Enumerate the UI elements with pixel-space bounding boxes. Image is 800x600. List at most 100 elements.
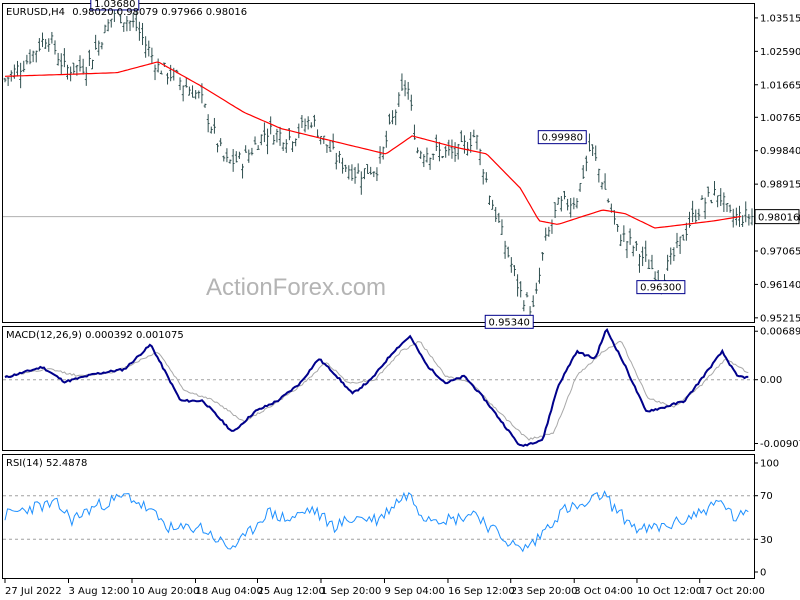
ohlc-bar [600,181,604,190]
ohlc-bar [59,53,63,75]
ohlc-bar [188,86,191,96]
ohlc-bar [141,22,144,46]
ohlc-bar [41,32,44,48]
ohlc-bar [375,167,379,182]
ohlc-bar [588,133,591,152]
ohlc-bar [403,80,407,97]
x-axis-label: 16 Sep 12:00 [448,586,515,597]
ohlc-bar [184,77,188,88]
ohlc-bar [378,146,382,164]
x-axis: 27 Jul 2022 3 Aug 12:00 10 Aug 20:0018 Aug… [4,579,765,597]
ohlc-bar [56,52,60,66]
ohlc-bar [606,198,610,203]
ohlc-bar [159,70,163,75]
ohlc-bar [191,85,194,98]
ohlc-bar [647,259,651,269]
ohlc-bar [522,300,526,312]
ohlc-bar [638,253,641,273]
ohlc-bar [53,40,57,55]
ohlc-bar [728,204,732,213]
ohlc-bar [178,77,182,91]
ohlc-bar [72,62,76,75]
ohlc-bar [6,77,10,86]
ohlc-bar [22,60,26,73]
ohlc-bar [281,142,285,151]
ohlc-bar [47,38,51,52]
ohlc-bar [125,15,129,32]
ohlc-bar [591,144,594,156]
ohlc-bar [681,234,685,241]
ohlc-bar [28,49,32,65]
ohlc-bar [575,198,579,209]
ohlc-bar [450,139,454,159]
ohlc-bar [128,20,132,32]
ohlc-bar [706,186,710,197]
ohlc-bar [397,92,401,107]
ohlc-bar [428,157,432,170]
ohlc-bar [488,195,491,206]
ohlc-bar [372,171,376,178]
price-panel-title: EURUSD,H4 0.98020 0.98079 0.97966 0.9801… [6,7,247,18]
ohlc-bar [122,22,126,32]
ohlc-bar [509,257,513,273]
ohlc-bar [206,114,210,133]
ohlc-bar [641,246,645,267]
ohlc-bar [272,134,276,145]
ohlc-bar [197,90,201,99]
ohlc-bar [34,50,38,63]
macd-line [4,328,749,448]
ohlc-bar [744,201,748,223]
price-y-tick-label: 0.98915 [760,180,800,191]
ohlc-bar [275,128,279,143]
ohlc-bar [222,155,226,162]
ohlc-bar [284,139,288,153]
x-axis-label: 3 Oct 04:00 [574,586,633,597]
ohlc-bar [622,225,626,243]
ohlc-bar [137,21,141,41]
ohlc-bar [306,116,310,130]
ohlc-bar [506,246,510,258]
rsi-panel-title: RSI(14) 52.4878 [6,458,87,469]
macd-y-tick-label: -0.009076 [760,439,800,450]
ohlc-bar [297,123,301,139]
ohlc-bar [453,142,457,162]
ohlc-bar [703,197,707,220]
ohlc-bar [256,145,260,151]
ohlc-bar [413,124,416,140]
ohlc-bar [472,129,476,138]
price-y-tick-label: 0.97065 [760,246,800,257]
ohlc-bar [84,66,88,86]
x-axis-label: 9 Sep 04:00 [384,586,444,597]
ohlc-bar [350,164,354,181]
ohlc-bar [91,59,94,70]
ohlc-bar [3,77,7,83]
ohlc-bar [691,200,695,223]
ohlc-bar [463,135,466,154]
macd-panel-title: MACD(12,26,9) 0.000392 0.001075 [6,330,184,341]
ohlc-bar [247,149,251,163]
price-annotation-label: 0.96300 [640,283,681,294]
ohlc-bar [631,245,635,257]
ohlc-bar [478,148,482,166]
ohlc-bar [563,190,566,200]
ohlc-bar [684,222,688,241]
ohlc-bar [269,116,273,135]
ohlc-bar [231,149,235,172]
ohlc-bar [616,224,620,232]
ohlc-bar [578,182,582,192]
ohlc-bar [369,166,373,175]
ohlc-bar [213,117,216,134]
ohlc-bar [534,282,538,294]
ohlc-bar [325,144,329,153]
ohlc-bar [169,64,173,82]
chart-canvas: 1.03515 1.02590 1.01665 1.00765 0.99840 0.989… [2,0,800,597]
ohlc-bar [228,159,232,164]
ohlc-bar [303,118,307,133]
ohlc-bar [669,247,673,265]
ohlc-bar [244,145,248,153]
ohlc-bar [525,292,529,298]
ohlc-bar [16,60,19,77]
ohlc-bar [416,147,419,154]
ohlc-header: 0.98020 0.98079 0.97966 0.98016 [72,7,247,18]
ohlc-bar [100,41,104,50]
